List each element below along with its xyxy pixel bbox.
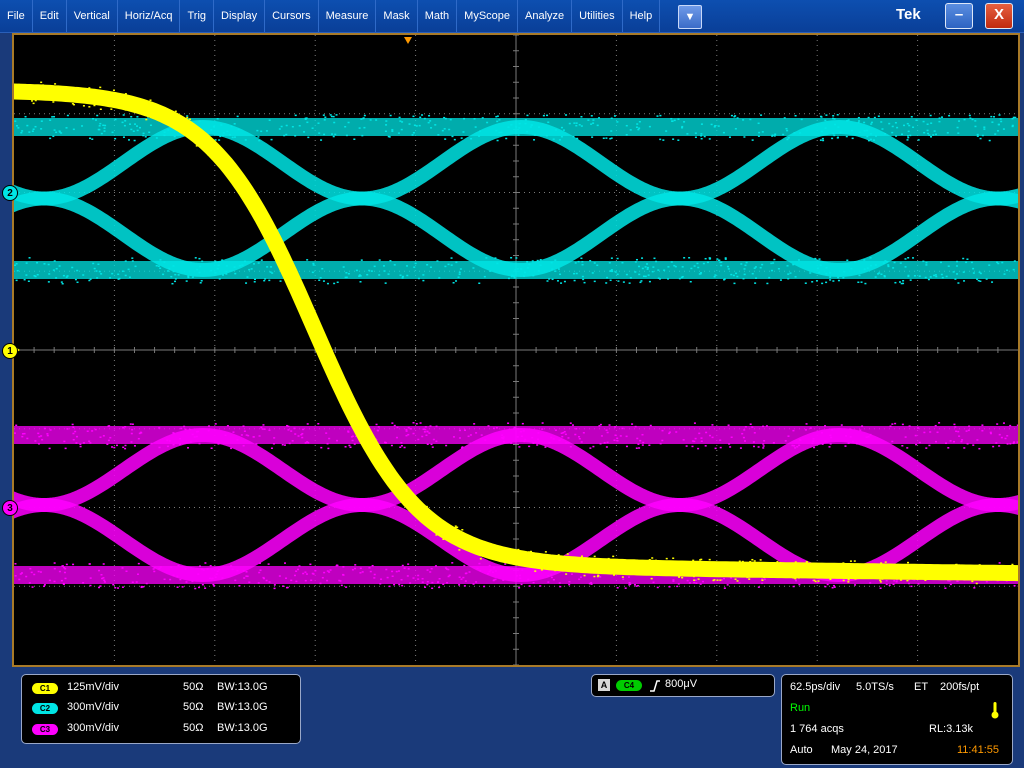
trigger-mode: Auto [790,744,813,756]
menu-horiz-acq[interactable]: Horiz/Acq [118,0,181,32]
menu-measure[interactable]: Measure [319,0,377,32]
menu-cursors[interactable]: Cursors [265,0,319,32]
vendor-logo: Tek [896,6,921,23]
waveform-display[interactable] [12,33,1020,667]
waveform-graticule [14,35,1018,665]
point-resolution: 200fs/pt [940,681,980,693]
trigger-level: 800μV [665,678,698,690]
date: May 24, 2017 [831,744,898,756]
minimize-button[interactable]: – [945,3,973,29]
menu-help[interactable]: Help [623,0,661,32]
acquisition-readout-panel[interactable]: 62.5ps/div 5.0TS/s ET 200fs/pt Run 1 764… [781,674,1013,765]
menu-mask[interactable]: Mask [376,0,418,32]
menu-trig[interactable]: Trig [180,0,215,32]
acquisition-count: 1 764 acqs [790,723,844,735]
menu-bar: File Edit Vertical Horiz/Acq Trig Displa… [0,0,1024,33]
channel-badge-c3: C3 [32,724,58,735]
menu-file[interactable]: File [0,0,33,32]
menu-vertical[interactable]: Vertical [67,0,118,32]
channel-scale: 125mV/div [67,681,119,693]
channel-impedance: 50Ω [183,722,204,734]
menu-myscope[interactable]: MyScope [457,0,519,32]
channel-2-marker[interactable]: 2 [2,185,18,201]
channel-bandwidth: BW:13.0G [217,681,268,693]
trigger-readout-panel[interactable]: A C4 800μV [591,674,775,697]
channel-scale: 300mV/div [67,701,119,713]
channel-3-marker[interactable]: 3 [2,500,18,516]
sample-rate: 5.0TS/s [856,681,894,693]
trigger-source-badge: C4 [616,680,642,691]
channel-row-2[interactable]: C2 300mV/div 50Ω BW:13.0G [22,699,300,719]
menu-analyze[interactable]: Analyze [518,0,573,32]
chevron-down-icon[interactable]: ▼ [678,5,702,29]
acq-mode: ET [914,681,929,693]
run-status: Run [790,702,811,714]
menu-display[interactable]: Display [214,0,266,32]
close-button[interactable]: X [985,3,1013,29]
trigger-position-marker [404,37,412,44]
channel-bandwidth: BW:13.0G [217,722,268,734]
channel-impedance: 50Ω [183,701,204,713]
channel-row-1[interactable]: C1 125mV/div 50Ω BW:13.0G [22,679,300,699]
menu-utilities[interactable]: Utilities [572,0,623,32]
thermometer-icon [991,702,999,719]
channel-1-marker[interactable]: 1 [2,343,18,359]
channel-impedance: 50Ω [183,681,204,693]
channel-badge-c2: C2 [32,703,58,714]
record-length: RL:3.13k [929,723,974,735]
channel-bandwidth: BW:13.0G [217,701,268,713]
channel-badge-c1: C1 [32,683,58,694]
horizontal-scale: 62.5ps/div [790,681,841,693]
menu-math[interactable]: Math [418,0,458,32]
time: 11:41:55 [957,744,1000,756]
trigger-mode-badge: A [598,679,610,691]
channel-readout-panel: C1 125mV/div 50Ω BW:13.0G C2 300mV/div 5… [21,674,301,744]
channel-scale: 300mV/div [67,722,119,734]
menu-edit[interactable]: Edit [33,0,67,32]
rising-edge-icon [650,680,660,692]
channel-row-3[interactable]: C3 300mV/div 50Ω BW:13.0G [22,720,300,740]
menu-items: File Edit Vertical Horiz/Acq Trig Displa… [0,0,661,32]
